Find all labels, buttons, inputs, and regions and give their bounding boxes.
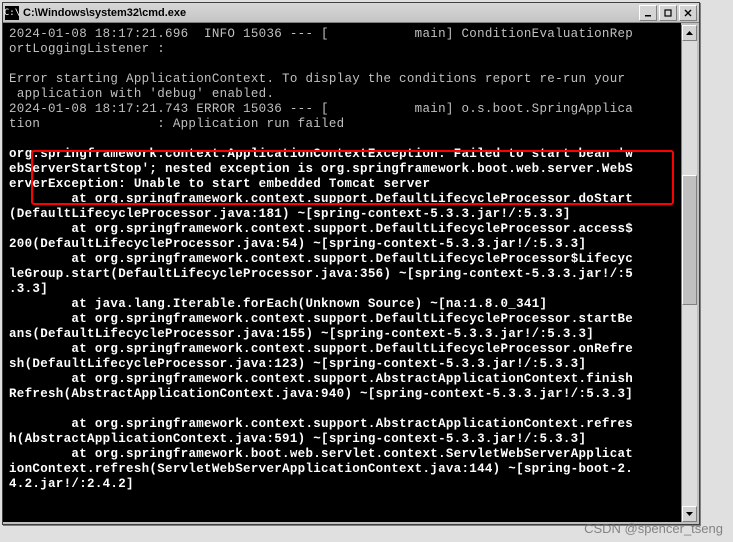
- console-line: at org.springframework.context.support.D…: [9, 342, 675, 357]
- console-line: 4.2.jar!/:2.4.2]: [9, 477, 675, 492]
- scroll-down-button[interactable]: [682, 506, 697, 522]
- cmd-icon: C:\: [5, 6, 19, 20]
- console-line: leGroup.start(DefaultLifecycleProcessor.…: [9, 267, 675, 282]
- console-line: .3.3]: [9, 282, 675, 297]
- console-line: sh(DefaultLifecycleProcessor.java:123) ~…: [9, 357, 675, 372]
- console-line: [9, 132, 675, 147]
- console-line: 2024-01-08 18:17:21.696 INFO 15036 --- […: [9, 27, 675, 42]
- console-line: 200(DefaultLifecycleProcessor.java:54) ~…: [9, 237, 675, 252]
- window-controls: [639, 5, 697, 21]
- close-button[interactable]: [679, 5, 697, 21]
- scrollbar-thumb[interactable]: [682, 175, 697, 305]
- console-line: [9, 402, 675, 417]
- maximize-button[interactable]: [659, 5, 677, 21]
- console-line: ortLoggingListener :: [9, 42, 675, 57]
- console-line: at org.springframework.context.support.A…: [9, 417, 675, 432]
- cmd-window: C:\ C:\Windows\system32\cmd.exe 2024-01-…: [2, 2, 700, 525]
- console-line: ans(DefaultLifecycleProcessor.java:155) …: [9, 327, 675, 342]
- console-line: ebServerStartStop'; nested exception is …: [9, 162, 675, 177]
- scroll-up-button[interactable]: [682, 25, 697, 41]
- console-line: at org.springframework.context.support.A…: [9, 372, 675, 387]
- console-line: Refresh(AbstractApplicationContext.java:…: [9, 387, 675, 402]
- console-line: at org.springframework.context.support.D…: [9, 192, 675, 207]
- console-line: at org.springframework.context.support.D…: [9, 222, 675, 237]
- console-line: erverException: Unable to start embedded…: [9, 177, 675, 192]
- console-output[interactable]: 2024-01-08 18:17:21.696 INFO 15036 --- […: [3, 23, 681, 522]
- console-line: at org.springframework.context.support.D…: [9, 252, 675, 267]
- console-line: application with 'debug' enabled.: [9, 87, 675, 102]
- window-title: C:\Windows\system32\cmd.exe: [23, 7, 639, 19]
- console-line: at org.springframework.context.support.D…: [9, 312, 675, 327]
- console-line: (DefaultLifecycleProcessor.java:181) ~[s…: [9, 207, 675, 222]
- console-line: h(AbstractApplicationContext.java:591) ~…: [9, 432, 675, 447]
- title-bar[interactable]: C:\ C:\Windows\system32\cmd.exe: [3, 3, 699, 23]
- console-line: ionContext.refresh(ServletWebServerAppli…: [9, 462, 675, 477]
- console-line: [9, 57, 675, 72]
- console-line: Error starting ApplicationContext. To di…: [9, 72, 675, 87]
- console-line: tion : Application run failed: [9, 117, 675, 132]
- minimize-button[interactable]: [639, 5, 657, 21]
- console-line: at org.springframework.boot.web.servlet.…: [9, 447, 675, 462]
- console-line: at java.lang.Iterable.forEach(Unknown So…: [9, 297, 675, 312]
- console-line: 2024-01-08 18:17:21.743 ERROR 15036 --- …: [9, 102, 675, 117]
- vertical-scrollbar[interactable]: [681, 25, 697, 522]
- console-line: org.springframework.context.ApplicationC…: [9, 147, 675, 162]
